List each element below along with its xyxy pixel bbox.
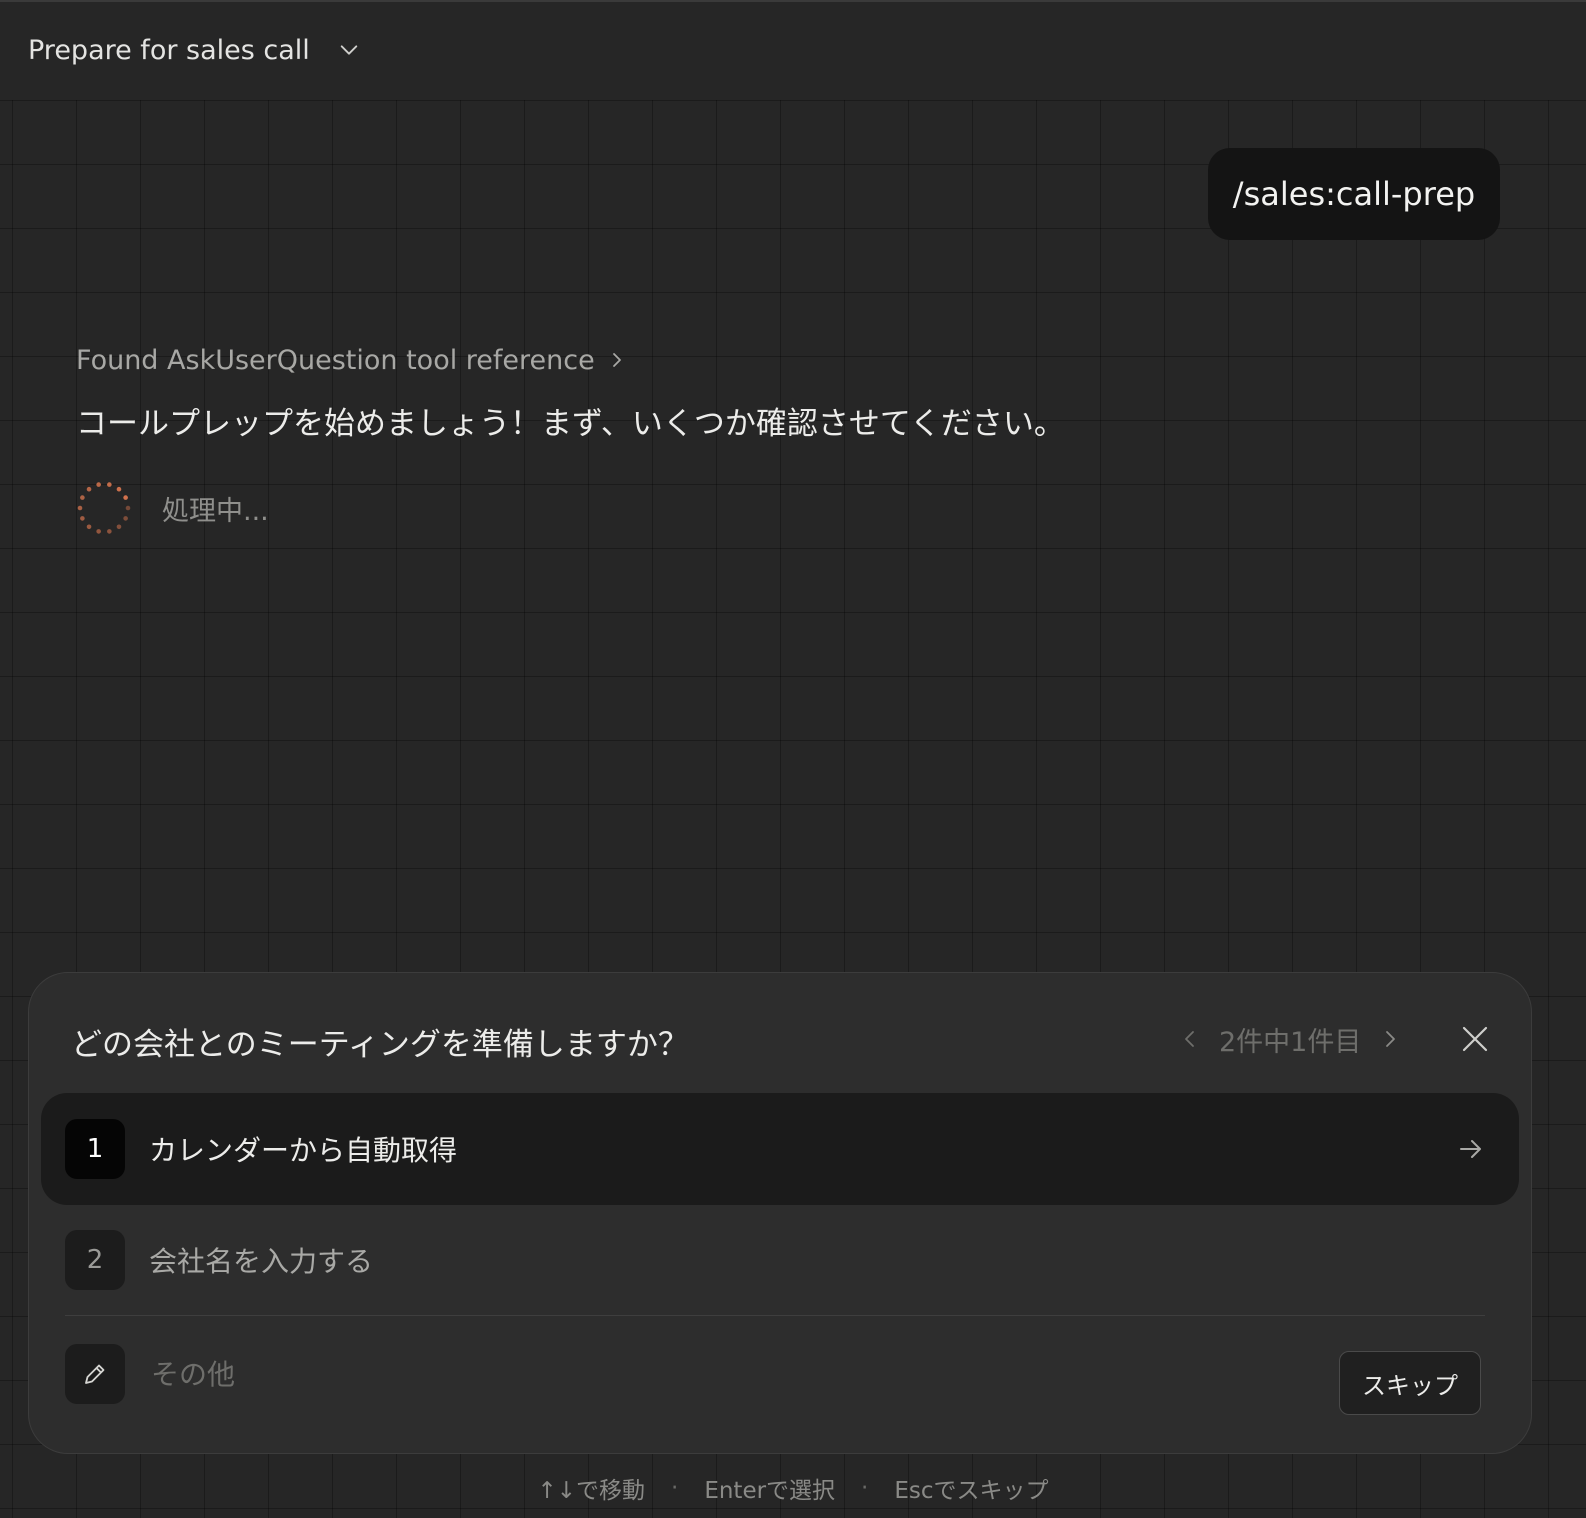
close-button[interactable]: [1457, 1021, 1493, 1057]
pager-label: 2件中1件目: [1219, 1026, 1362, 1058]
keyboard-hints: ↑↓で移動 · Enterで選択 · Escでスキップ: [0, 1470, 1586, 1506]
hint-select: Enterで選択: [704, 1478, 836, 1504]
skip-button[interactable]: スキップ: [1339, 1351, 1481, 1415]
chevron-down-icon: [340, 45, 358, 55]
spinner-dot: [77, 505, 83, 511]
question-text: どの会社とのミーティングを準備しますか？: [71, 1027, 689, 1063]
pencil-icon: [65, 1344, 125, 1404]
user-message-text: /sales:call-prep: [1232, 175, 1476, 213]
tool-reference-toggle[interactable]: Found AskUserQuestion tool reference: [76, 340, 625, 380]
option-label: カレンダーから自動取得: [149, 1134, 458, 1167]
spinner-dot: [116, 524, 122, 530]
spinner-dot: [123, 495, 128, 500]
spinner-dot: [107, 529, 112, 534]
hint-move: ↑↓で移動: [537, 1478, 645, 1504]
spinner-dot: [86, 524, 92, 530]
option-enter-company[interactable]: 2 会社名を入力する: [41, 1204, 1519, 1316]
close-icon: [1462, 1026, 1488, 1052]
spinner-dot: [86, 486, 92, 492]
spinner-dot: [107, 482, 112, 487]
arrow-right-icon: [1460, 1140, 1481, 1158]
pager-next-button[interactable]: [1379, 1028, 1401, 1050]
conversation-title-dropdown[interactable]: Prepare for sales call: [28, 28, 360, 72]
option-number: 1: [65, 1119, 125, 1179]
spinner-dot: [116, 486, 122, 492]
assistant-message: コールプレップを始めましょう！まず、いくつか確認させてください。: [76, 406, 1065, 442]
spinner-dot: [80, 495, 85, 500]
spinner-dot: [96, 482, 101, 487]
question-card: どの会社とのミーティングを準備しますか？ 2件中1件目 1 カレンダーから自動取…: [28, 972, 1532, 1454]
hint-skip: Escでスキップ: [894, 1478, 1049, 1504]
options-divider: [65, 1315, 1485, 1316]
hint-separator: ·: [671, 1475, 679, 1501]
option-number: 2: [65, 1230, 125, 1290]
spinner-icon: [77, 482, 131, 534]
tool-reference-label: Found AskUserQuestion tool reference: [76, 344, 595, 376]
other-answer-row: [65, 1343, 1253, 1405]
pager-prev-button[interactable]: [1179, 1028, 1201, 1050]
conversation-title: Prepare for sales call: [28, 34, 310, 66]
processing-indicator: 処理中...: [76, 480, 269, 536]
chevron-left-icon: [1185, 1031, 1194, 1047]
spinner-dot: [96, 529, 101, 534]
processing-label: 処理中...: [162, 495, 269, 527]
chevron-right-icon: [1386, 1031, 1396, 1047]
spinner-dot: [80, 516, 85, 521]
option-label: 会社名を入力する: [149, 1245, 374, 1278]
spinner-dot: [125, 505, 131, 511]
option-calendar-auto[interactable]: 1 カレンダーから自動取得: [41, 1093, 1519, 1205]
spinner-dot: [123, 516, 128, 521]
other-answer-input[interactable]: [149, 1348, 1253, 1400]
chevron-right-icon: [612, 353, 621, 367]
question-pager: 2件中1件目: [1179, 1017, 1401, 1061]
user-message-bubble: /sales:call-prep: [1208, 148, 1500, 240]
hint-separator: ·: [861, 1475, 869, 1501]
